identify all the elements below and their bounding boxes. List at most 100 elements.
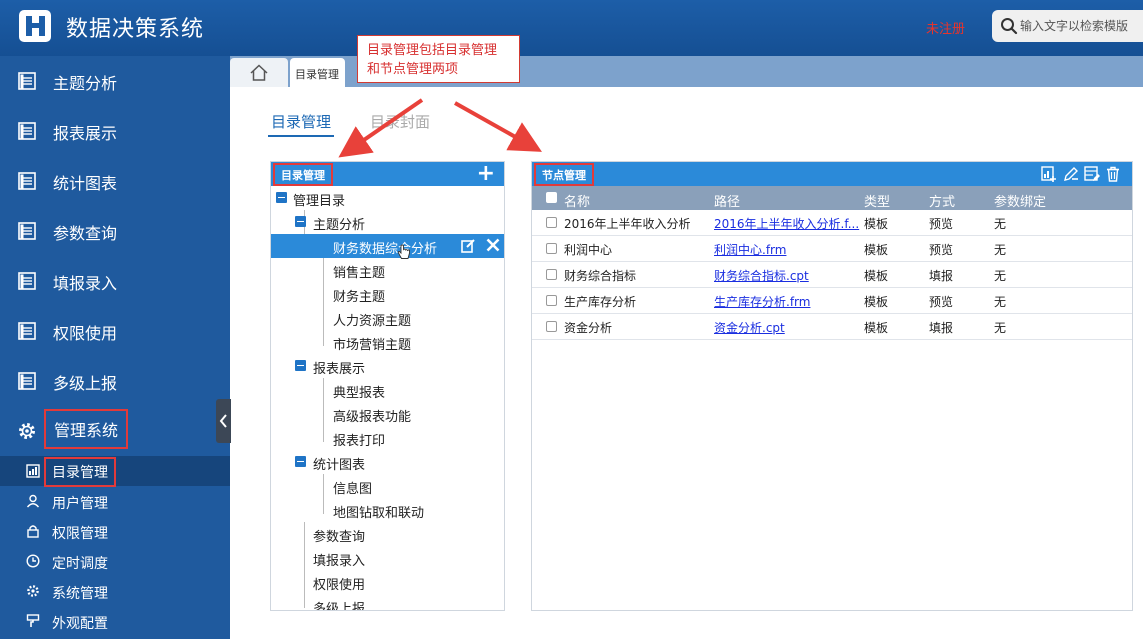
cell-path-link[interactable]: 利润中心.frm <box>714 241 786 258</box>
annotation-callout: 目录管理包括目录管理 和节点管理两项 <box>357 35 520 83</box>
home-icon <box>250 64 268 81</box>
sidebar-item-management-system[interactable]: 管理系统 <box>0 406 230 456</box>
cell-path-link[interactable]: 2016年上半年收入分析.f... <box>714 215 859 232</box>
cell-mode: 预览 <box>929 217 954 231</box>
cell-path-link[interactable]: 生产库存分析.frm <box>714 293 810 310</box>
tree-node-leaf[interactable]: 填报录入 <box>271 546 504 570</box>
unregistered-label[interactable]: 未注册 <box>926 18 965 37</box>
tree-node-leaf[interactable]: 高级报表功能 <box>271 402 504 426</box>
tree-node-label: 销售主题 <box>333 266 386 281</box>
sidebar-subitem-label: 目录管理 <box>44 457 116 487</box>
tree-node-root[interactable]: 管理目录 <box>271 186 504 210</box>
select-all-checkbox[interactable] <box>546 192 557 203</box>
tab-catalog[interactable]: 目录管理 <box>271 111 331 132</box>
report-icon <box>18 272 36 290</box>
sidebar-subitem-appearance[interactable]: 外观配置 <box>0 606 230 636</box>
callout-line-2: 和节点管理两项 <box>367 62 459 77</box>
sidebar-collapse-button[interactable] <box>216 399 231 443</box>
cell-type: 模板 <box>864 243 889 257</box>
search-box[interactable] <box>992 10 1143 42</box>
lock-icon <box>27 525 39 538</box>
tree-node-folder[interactable]: 报表展示 <box>271 354 504 378</box>
gear-icon <box>19 423 35 439</box>
add-node-button[interactable]: + <box>477 163 495 185</box>
tree-node-leaf[interactable]: 地图钻取和联动 <box>271 498 504 522</box>
arrow-to-node-panel <box>454 101 542 152</box>
table-row[interactable]: 生产库存分析 生产库存分析.frm 模板 预览 无 <box>532 288 1132 314</box>
clock-icon <box>26 554 40 568</box>
tree-node-folder[interactable]: 主题分析 <box>271 210 504 234</box>
sidebar-subitem-catalog-management[interactable]: 目录管理 <box>0 456 230 487</box>
tree-node-leaf[interactable]: 多级上报 <box>271 594 504 610</box>
sidebar-item-label: 统计图表 <box>53 174 118 193</box>
tree-node-label: 财务数据综合分析 <box>333 242 438 257</box>
cell-path-link[interactable]: 资金分析.cpt <box>714 319 785 336</box>
tree-panel-header: 目录管理 + <box>271 162 504 186</box>
tree-node-leaf[interactable]: 参数查询 <box>271 522 504 546</box>
add-report-icon[interactable] <box>1041 166 1057 182</box>
collapse-icon[interactable] <box>295 360 306 371</box>
tree-node-leaf[interactable]: 财务主题 <box>271 282 504 306</box>
search-input[interactable] <box>1020 15 1140 37</box>
column-header[interactable]: 类型 <box>864 191 890 210</box>
sidebar-item-charts[interactable]: 统计图表 <box>0 156 230 206</box>
app-logo-icon <box>19 10 51 42</box>
trash-icon[interactable] <box>1105 166 1121 182</box>
row-checkbox[interactable] <box>546 217 557 228</box>
tree-node-leaf[interactable]: 市场营销主题 <box>271 330 504 354</box>
table-row[interactable]: 2016年上半年收入分析 2016年上半年收入分析.f... 模板 预览 无 <box>532 210 1132 236</box>
sidebar-item-theme-analysis[interactable]: 主题分析 <box>0 56 230 106</box>
tab-catalog-cover[interactable]: 目录封面 <box>370 111 430 132</box>
tree-node-leaf[interactable]: 典型报表 <box>271 378 504 402</box>
collapse-icon[interactable] <box>295 216 306 227</box>
row-checkbox[interactable] <box>546 295 557 306</box>
user-icon <box>26 494 40 508</box>
tree-node-leaf[interactable]: 信息图 <box>271 474 504 498</box>
sidebar-item-report-display[interactable]: 报表展示 <box>0 106 230 156</box>
sidebar-item-param-query[interactable]: 参数查询 <box>0 206 230 256</box>
collapse-icon[interactable] <box>295 456 306 467</box>
tree-node-label: 报表打印 <box>333 434 386 449</box>
cell-path-link[interactable]: 财务综合指标.cpt <box>714 267 809 284</box>
tree-node-leaf[interactable]: 权限使用 <box>271 570 504 594</box>
sidebar-item-data-entry[interactable]: 填报录入 <box>0 256 230 306</box>
sidebar-subitem-user-management[interactable]: 用户管理 <box>0 486 230 516</box>
tree-node-label: 地图钻取和联动 <box>333 506 425 521</box>
callout-line-1: 目录管理包括目录管理 <box>367 43 498 58</box>
active-tab-underline <box>268 135 334 137</box>
tab-home[interactable] <box>230 58 288 87</box>
sidebar-subitem-scheduling[interactable]: 定时调度 <box>0 546 230 576</box>
table-row[interactable]: 利润中心 利润中心.frm 模板 预览 无 <box>532 236 1132 262</box>
tree-node-leaf[interactable]: 报表打印 <box>271 426 504 450</box>
sidebar-subitem-system-management[interactable]: 系统管理 <box>0 576 230 606</box>
sidebar-item-label: 报表展示 <box>53 124 118 143</box>
column-header[interactable]: 参数绑定 <box>994 191 1046 210</box>
sidebar-subitem-permission-management[interactable]: 权限管理 <box>0 516 230 546</box>
table-row[interactable]: 资金分析 资金分析.cpt 模板 填报 无 <box>532 314 1132 340</box>
tree-node-leaf[interactable]: 销售主题 <box>271 258 504 282</box>
tree-node-label: 典型报表 <box>333 386 386 401</box>
sidebar-item-permission-use[interactable]: 权限使用 <box>0 306 230 356</box>
column-header[interactable]: 路径 <box>714 191 740 210</box>
tree-node-leaf[interactable]: 人力资源主题 <box>271 306 504 330</box>
sidebar-item-label: 填报录入 <box>53 274 118 293</box>
column-header[interactable]: 名称 <box>564 191 590 210</box>
tree-node-selected[interactable]: 财务数据综合分析 <box>271 234 504 259</box>
row-checkbox[interactable] <box>546 243 557 254</box>
cell-param: 无 <box>994 269 1007 283</box>
edit-link-icon[interactable] <box>1063 166 1079 182</box>
cell-name: 资金分析 <box>564 321 613 335</box>
tree-node-label: 财务主题 <box>333 290 386 305</box>
edit-icon[interactable] <box>461 239 475 253</box>
edit-table-icon[interactable] <box>1084 166 1100 182</box>
row-checkbox[interactable] <box>546 269 557 280</box>
tab-catalog-management[interactable]: 目录管理 <box>290 58 345 87</box>
close-icon[interactable] <box>486 238 500 252</box>
sidebar-item-multi-level-report[interactable]: 多级上报 <box>0 356 230 406</box>
tree-node-folder[interactable]: 统计图表 <box>271 450 504 474</box>
column-header[interactable]: 方式 <box>929 191 955 210</box>
cell-param: 无 <box>994 217 1007 231</box>
collapse-icon[interactable] <box>276 192 287 203</box>
row-checkbox[interactable] <box>546 321 557 332</box>
table-row[interactable]: 财务综合指标 财务综合指标.cpt 模板 填报 无 <box>532 262 1132 288</box>
